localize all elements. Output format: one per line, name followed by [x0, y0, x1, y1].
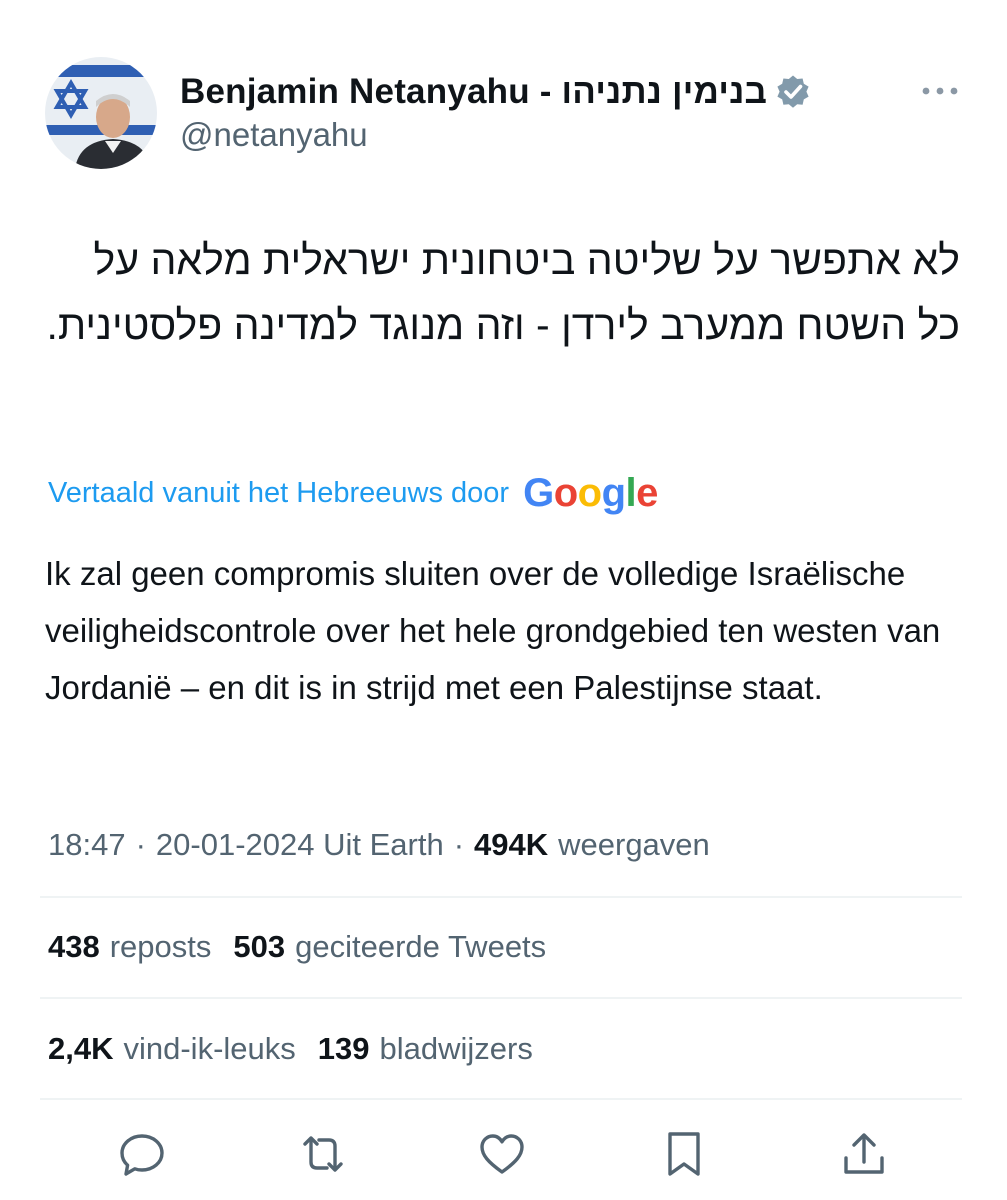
author-name[interactable]: Benjamin Netanyahu - בנימין נתניהו [180, 72, 767, 112]
google-logo-letter: l [625, 471, 637, 515]
google-logo-letter: e [636, 471, 658, 515]
author-handle[interactable]: @netanyahu [180, 116, 368, 154]
avatar[interactable] [45, 57, 157, 169]
divider [40, 896, 962, 898]
tweet-header: Benjamin Netanyahu - בנימין נתניהו @neta… [0, 0, 1007, 190]
google-logo-letter: o [553, 471, 578, 515]
quotes-count: 503 [233, 929, 286, 964]
meta-separator: · [135, 827, 146, 862]
google-logo-letter: o [577, 471, 602, 515]
more-options-icon[interactable] [916, 76, 964, 106]
reposts-count: 438 [48, 929, 100, 964]
action-bar [0, 1120, 1007, 1190]
divider [40, 997, 962, 999]
reposts-stat[interactable]: 438 reposts [48, 929, 211, 965]
tweet-text-original: לא אתפשר על שליטה ביטחונית ישראלית מלאה … [46, 237, 960, 348]
views-label: weergaven [558, 827, 710, 862]
avatar-image [45, 57, 157, 169]
tweet-text-translated: Ik zal geen compromis sluiten over de vo… [45, 555, 941, 706]
likes-count: 2,4K [48, 1031, 114, 1066]
stats-row-reposts: 438 reposts 503 geciteerde Tweets [48, 922, 568, 972]
bookmarks-stat[interactable]: 139 bladwijzers [318, 1031, 533, 1067]
quotes-label: geciteerde Tweets [295, 929, 547, 964]
translation-label[interactable]: Vertaald vanuit het Hebreeuws door [48, 477, 509, 510]
tweet-date-source[interactable]: 20-01-2024 Uit Earth [156, 827, 444, 863]
google-logo: Google [523, 468, 658, 518]
like-icon[interactable] [476, 1128, 528, 1180]
tweet-time[interactable]: 18:47 [48, 827, 126, 863]
views-count: 494K [474, 827, 549, 862]
likes-label: vind-ik-leuks [123, 1031, 296, 1066]
share-icon[interactable] [838, 1128, 890, 1180]
divider [40, 1098, 962, 1100]
meta-separator: · [453, 827, 465, 862]
bookmarks-label: bladwijzers [379, 1031, 533, 1066]
quotes-stat[interactable]: 503 geciteerde Tweets [233, 929, 546, 965]
translation-attribution: Vertaald vanuit het Hebreeuws door Googl… [48, 468, 658, 518]
stats-row-likes: 2,4K vind-ik-leuks 139 bladwijzers [48, 1024, 555, 1074]
reply-icon[interactable] [116, 1128, 168, 1180]
bookmark-icon[interactable] [658, 1128, 710, 1180]
reposts-label: reposts [109, 929, 212, 964]
retweet-icon[interactable] [297, 1128, 349, 1180]
google-logo-letter: g [601, 471, 626, 515]
google-logo-letter: G [523, 471, 554, 515]
likes-stat[interactable]: 2,4K vind-ik-leuks [48, 1031, 296, 1067]
bookmarks-count: 139 [317, 1031, 370, 1066]
tweet-meta: 18:47 · 20-01-2024 Uit Earth · 494K weer… [48, 822, 710, 868]
verified-badge-icon[interactable] [775, 74, 811, 110]
author-name-row[interactable]: Benjamin Netanyahu - בנימין נתניהו [180, 68, 811, 116]
